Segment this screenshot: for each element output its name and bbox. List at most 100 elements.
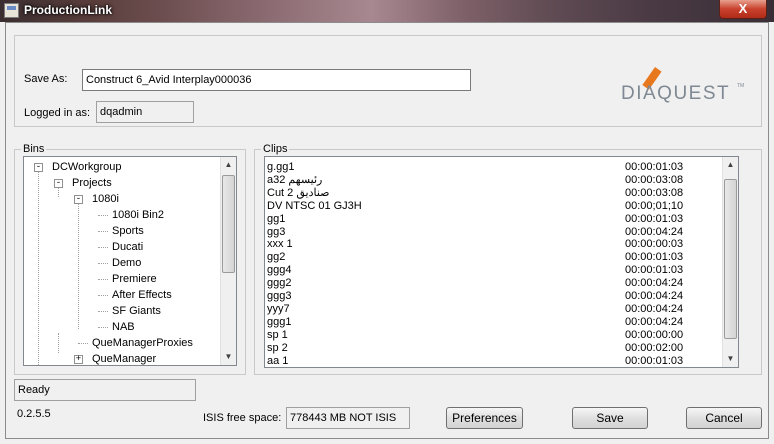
status-bar: Ready <box>14 379 196 401</box>
close-button[interactable]: X <box>719 0 767 19</box>
clips-scrollbar[interactable]: ▲ ▼ <box>722 157 738 367</box>
clip-duration: 00:00:03:08 <box>625 186 684 199</box>
app-window: ProductionLink X Save As: Construct 6_Av… <box>0 0 774 444</box>
bin-item[interactable]: Ducati <box>24 239 220 255</box>
diaquest-logo: DIAQUEST TM <box>621 67 744 104</box>
clip-row[interactable]: ggg4 00:00:01:03 <box>265 264 720 276</box>
bin-item[interactable]: After Effects <box>24 287 220 303</box>
clip-row[interactable]: sp 1 00:00:00:00 <box>265 329 720 341</box>
bin-item[interactable]: Sports <box>24 223 220 239</box>
clip-duration: 00:00:04:24 <box>625 302 684 315</box>
bin-label: 1080i <box>92 193 119 205</box>
bin-item[interactable]: Demo <box>24 255 220 271</box>
bin-item[interactable]: + QueManager <box>24 351 220 365</box>
clip-name: ggg4 <box>267 264 292 277</box>
bins-title: Bins <box>21 143 47 155</box>
scroll-thumb[interactable] <box>222 175 235 273</box>
window-title: ProductionLink <box>24 3 112 17</box>
scroll-up-icon[interactable]: ▲ <box>723 157 738 173</box>
bin-label: Sports <box>112 225 144 237</box>
bin-label: NAB <box>112 321 135 333</box>
clip-name: ggg2 <box>267 277 292 290</box>
clip-duration: 00:00:04:24 <box>625 225 684 238</box>
clip-duration: 00:00:04:24 <box>625 315 684 328</box>
bin-label: QueManagerProxies <box>92 337 193 349</box>
logo-text: DIAQUEST <box>621 83 730 104</box>
bins-scrollbar[interactable]: ▲ ▼ <box>220 157 236 365</box>
clip-name: yyy7 <box>267 302 290 315</box>
clip-name: ggg3 <box>267 290 292 302</box>
clip-name: xxx 1 <box>267 238 293 251</box>
collapse-icon[interactable]: - <box>74 195 83 204</box>
scroll-up-icon[interactable]: ▲ <box>221 157 236 173</box>
clip-duration: 00:00:01:03 <box>625 161 684 173</box>
isis-free-space: 778443 MB NOT ISIS <box>286 407 410 429</box>
bin-label: SF Giants <box>112 305 161 317</box>
clip-name: ggg1 <box>267 315 292 328</box>
bin-label: Ducati <box>112 241 144 253</box>
clip-row[interactable]: Cut 2 صناديق 00:00:03:08 <box>265 187 720 199</box>
bin-item[interactable]: QueManagerProxies <box>24 335 220 351</box>
bin-item[interactable]: - DCWorkgroup <box>24 159 220 175</box>
clip-row[interactable]: ggg3 00:00:04:24 <box>265 290 720 302</box>
isis-label: ISIS free space: <box>203 412 282 424</box>
scroll-thumb[interactable] <box>724 179 737 339</box>
clip-duration: 00:00:00:00 <box>625 328 684 341</box>
clip-duration: 00:00:01:03 <box>625 354 684 367</box>
clip-name: DV NTSC 01 GJ3H <box>267 199 362 212</box>
collapse-icon[interactable]: - <box>34 163 43 172</box>
clip-duration: 00:00:03:08 <box>625 173 684 186</box>
save-button[interactable]: Save <box>572 407 648 429</box>
logo-tm: TM <box>737 83 744 89</box>
bin-item[interactable]: 1080i Bin2 <box>24 207 220 223</box>
bin-item[interactable]: NAB <box>24 319 220 335</box>
clips-list[interactable]: g.gg1 00:00:01:03 a32 رئيسهم 00:00:03:08 Cut… <box>264 156 739 368</box>
clip-name: gg2 <box>267 251 286 264</box>
clip-duration: 00:00:01:03 <box>625 264 684 277</box>
clip-row[interactable]: g.gg1 00:00:01:03 <box>265 161 720 173</box>
clip-row[interactable]: gg1 00:00:01:03 <box>265 213 720 225</box>
clip-duration: 00:00:02:00 <box>625 341 684 354</box>
app-icon <box>4 3 19 18</box>
clip-row[interactable]: a32 رئيسهم 00:00:03:08 <box>265 174 720 186</box>
clip-row[interactable]: aa 1 00:00:01:03 <box>265 355 720 367</box>
bin-item[interactable]: SF Giants <box>24 303 220 319</box>
bin-label: QueManager <box>92 353 157 365</box>
clip-duration: 00:00:01:03 <box>625 212 684 225</box>
title-bar[interactable]: ProductionLink X <box>0 0 774 22</box>
clip-name: gg3 <box>267 225 286 238</box>
clip-row[interactable]: gg2 00:00:01:03 <box>265 251 720 263</box>
clip-duration: 00:00:04:24 <box>625 290 684 302</box>
clip-duration: 00:00:01:03 <box>625 251 684 264</box>
clip-name: gg1 <box>267 212 286 225</box>
bins-tree[interactable]: - DCWorkgroup - Projects -1080i 1080i Bin2 Spo… <box>23 156 237 366</box>
bin-item[interactable]: Premiere <box>24 271 220 287</box>
expand-icon[interactable]: + <box>74 355 83 364</box>
clip-name: sp 1 <box>267 328 288 341</box>
scroll-down-icon[interactable]: ▼ <box>723 351 738 367</box>
bin-label: After Effects <box>112 289 172 301</box>
clip-row[interactable]: sp 2 00:00:02:00 <box>265 342 720 354</box>
bin-item[interactable]: -1080i <box>24 191 220 207</box>
save-as-input[interactable]: Construct 6_Avid Interplay000036 <box>82 69 471 91</box>
bin-item[interactable]: - Projects <box>24 175 220 191</box>
scroll-down-icon[interactable]: ▼ <box>221 349 236 365</box>
clip-row[interactable]: ggg2 00:00:04:24 <box>265 277 720 289</box>
logged-in-user: dqadmin <box>96 101 194 123</box>
clip-row[interactable]: gg3 00:00:04:24 <box>265 226 720 238</box>
clip-name: a32 رئيسهم <box>267 173 323 186</box>
bin-label: Demo <box>112 257 142 269</box>
clip-row[interactable]: DV NTSC 01 GJ3H 00:00;01;10 <box>265 200 720 212</box>
clip-name: Cut 2 صناديق <box>267 186 330 199</box>
collapse-icon[interactable]: - <box>54 179 63 188</box>
dialog-body: Save As: Construct 6_Avid Interplay00003… <box>5 22 769 439</box>
clip-row[interactable]: xxx 1 00:00:00:03 <box>265 238 720 250</box>
clip-name: g.gg1 <box>267 161 295 173</box>
clips-title: Clips <box>261 143 290 155</box>
cancel-button[interactable]: Cancel <box>686 407 762 429</box>
clip-row[interactable]: ggg1 00:00:04:24 <box>265 316 720 328</box>
clip-duration: 00:00:04:24 <box>625 277 684 290</box>
clip-row[interactable]: yyy7 00:00:04:24 <box>265 303 720 315</box>
clip-name: aa 1 <box>267 354 289 367</box>
preferences-button[interactable]: Preferences <box>446 407 523 429</box>
